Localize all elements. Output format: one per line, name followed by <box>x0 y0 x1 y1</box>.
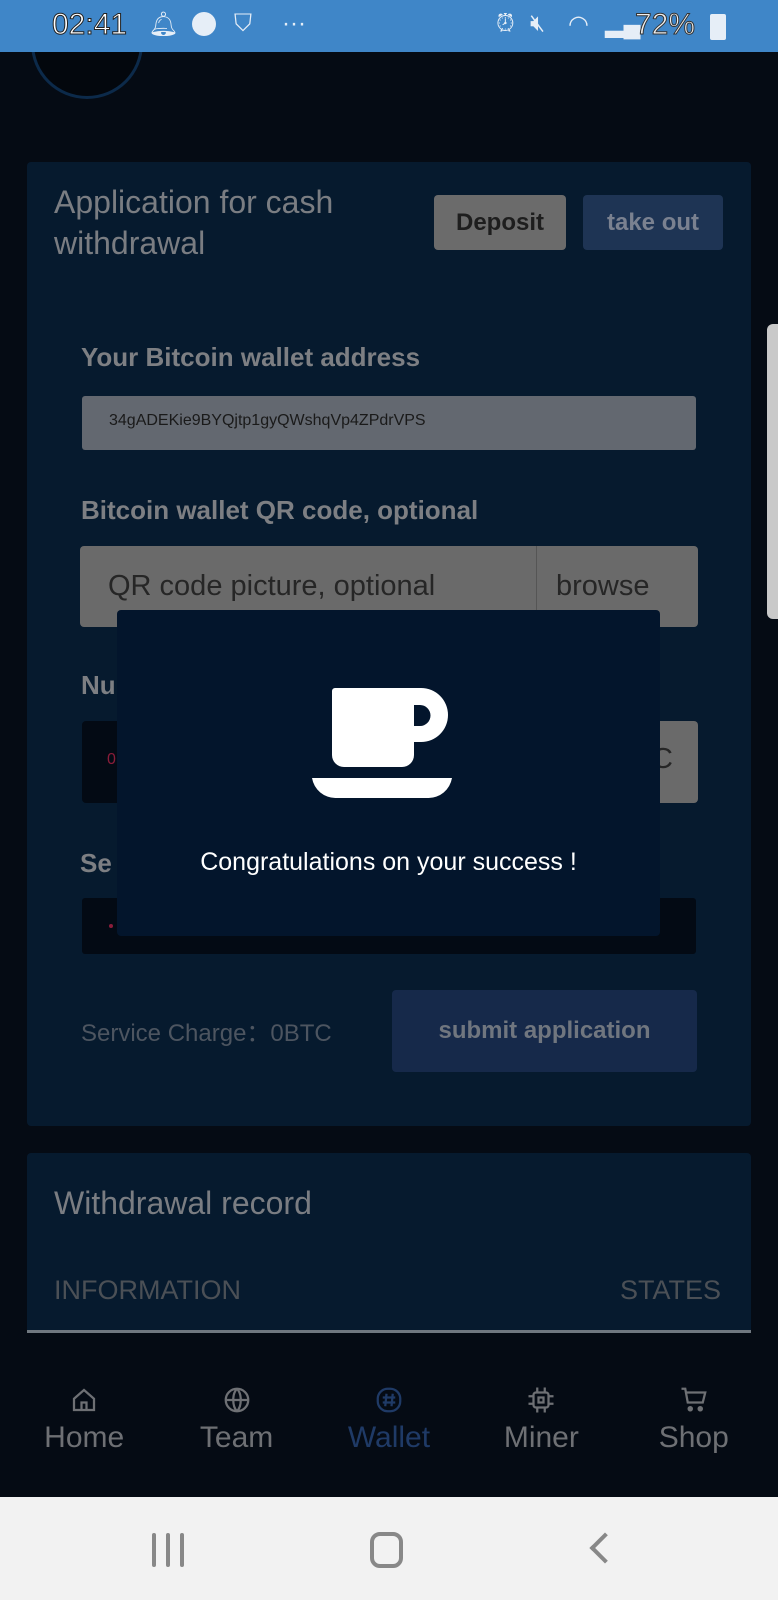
placeholder-dot <box>109 924 113 928</box>
amount-value: 0 <box>107 751 116 768</box>
amount-label: Nu <box>81 670 116 700</box>
record-title: Withdrawal record <box>54 1185 312 1221</box>
submit-application-button[interactable]: submit application <box>392 990 697 1072</box>
security-label: Se <box>80 848 112 878</box>
nav-shop[interactable]: Shop <box>634 1385 754 1497</box>
nav-label: Home <box>44 1421 125 1454</box>
more-icon: ··· <box>282 10 306 37</box>
recent-apps-button[interactable] <box>152 1533 184 1567</box>
wallet-address-label: Your Bitcoin wallet address <box>81 342 421 372</box>
success-modal: Congratulations on your success ! <box>117 610 660 936</box>
shield-icon: ⛉ <box>234 10 252 37</box>
home-icon <box>73 1388 96 1412</box>
deposit-button[interactable]: Deposit <box>434 195 566 250</box>
back-button[interactable] <box>589 1532 621 1564</box>
cart-icon <box>681 1387 707 1412</box>
battery-icon <box>710 14 726 40</box>
nav-home[interactable]: Home <box>24 1385 144 1497</box>
nav-label: Miner <box>503 1421 579 1454</box>
qr-placeholder: QR code picture, optional <box>108 570 436 602</box>
nav-wallet[interactable]: Wallet <box>329 1385 449 1497</box>
wifi-icon: ◠ <box>568 11 589 38</box>
qr-code-label: Bitcoin wallet QR code, optional <box>81 495 479 525</box>
service-charge: Service Charge：0BTC <box>81 1020 332 1047</box>
take-out-button[interactable]: take out <box>583 195 723 250</box>
nav-label: Wallet <box>347 1421 431 1454</box>
system-nav-bar <box>0 1497 778 1600</box>
bottom-nav: Home Team Wallet Miner Shop <box>0 1385 778 1497</box>
messenger-icon <box>192 12 216 36</box>
column-information: INFORMATION <box>54 1275 241 1305</box>
alarm-icon: ⏰︎ <box>496 10 515 37</box>
nav-team[interactable]: Team <box>177 1385 297 1497</box>
coffee-cup-icon <box>312 688 452 798</box>
status-time: 02:41 <box>51 8 128 42</box>
chip-icon <box>528 1387 554 1413</box>
scrollbar[interactable] <box>767 324 778 619</box>
withdrawal-record-card: Withdrawal record INFORMATION STATES <box>27 1153 751 1333</box>
status-bar: 02:41 🔔︎ ⛉ ··· ⏰︎ 🔇︎ ◠ ▂▄ 72% <box>0 0 778 52</box>
globe-icon <box>224 1387 249 1413</box>
mute-icon: 🔇︎ <box>530 10 546 37</box>
wallet-address-input[interactable]: 34gADEKie9BYQjtp1gyQWshqVp4ZPdrVPS <box>82 396 696 450</box>
wallet-hash-icon <box>376 1387 402 1413</box>
browse-button[interactable]: browse <box>556 570 650 603</box>
battery-percent: 72% <box>634 8 696 42</box>
nav-label: Team <box>199 1421 274 1454</box>
card-title: Application for cash withdrawal <box>54 184 334 261</box>
home-button[interactable] <box>370 1532 403 1568</box>
success-message: Congratulations on your success ! <box>200 848 577 876</box>
bell-icon: 🔔︎ <box>148 11 179 38</box>
nav-miner[interactable]: Miner <box>481 1385 601 1497</box>
column-states: STATES <box>619 1275 721 1305</box>
nav-label: Shop <box>658 1421 729 1454</box>
